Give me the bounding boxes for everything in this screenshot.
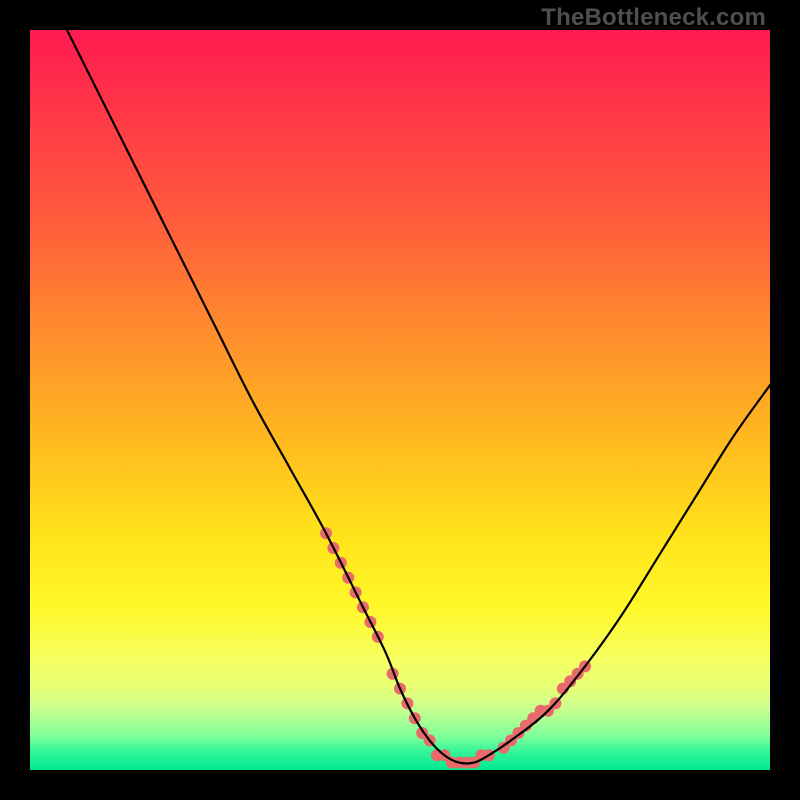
gradient-background [30,30,770,770]
watermark-text: TheBottleneck.com [541,4,766,32]
chart-frame [30,30,770,770]
bottleneck-chart [30,30,770,770]
